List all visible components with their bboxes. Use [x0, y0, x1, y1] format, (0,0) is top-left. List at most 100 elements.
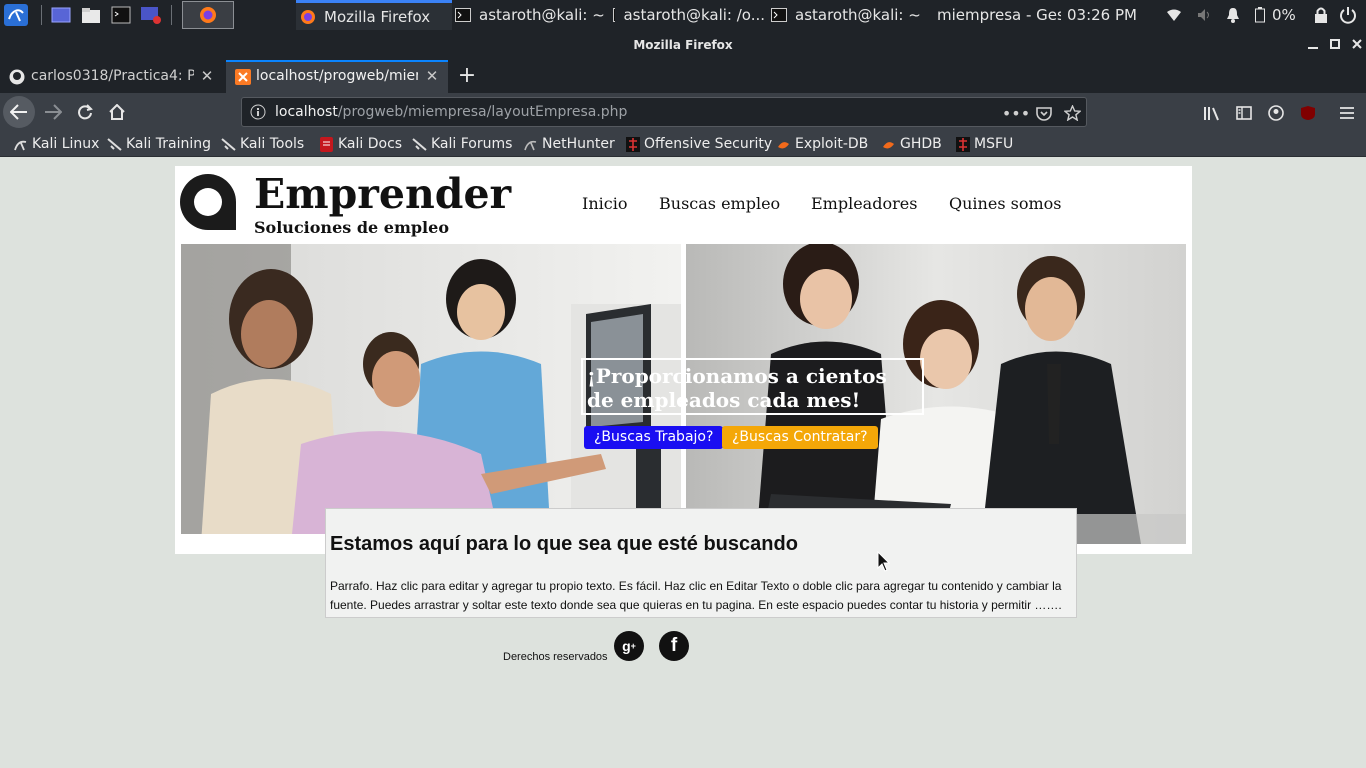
brand-name[interactable]: Emprender [254, 170, 511, 218]
page-actions-icon[interactable]: ••• [1002, 104, 1030, 123]
bookmark-exploit-db[interactable]: Exploit-DB [776, 134, 868, 154]
close-window-icon[interactable] [1349, 36, 1365, 52]
taskbar-task-firefox[interactable]: Mozilla Firefox [296, 0, 452, 30]
show-desktop-icon[interactable] [50, 4, 72, 26]
bookmark-offensive-security[interactable]: Offensive Security [625, 134, 772, 154]
minimize-icon[interactable] [1305, 36, 1321, 52]
nethunter-icon [523, 137, 538, 152]
volume-icon[interactable] [1195, 5, 1213, 25]
bookmark-msfu[interactable]: MSFU [955, 134, 1013, 154]
clock[interactable]: 03:26 PM [1067, 6, 1137, 24]
tab-label: localhost/progweb/miempresa [256, 68, 418, 84]
buscas-trabajo-button[interactable]: ¿Buscas Trabajo? [584, 426, 724, 449]
home-icon[interactable] [101, 96, 133, 128]
taskbar-task-label: astaroth@kali: ~ [795, 6, 921, 24]
facebook-icon[interactable]: f [659, 631, 689, 661]
bookmark-label: Kali Linux [32, 136, 100, 152]
battery-icon[interactable] [1253, 5, 1267, 25]
nav-link-quines-somos[interactable]: Quines somos [949, 194, 1061, 213]
taskbar-task-file-manager[interactable]: miempresa - Gest... [929, 0, 1061, 30]
taskbar-task-label: miempresa - Gest... [937, 6, 1061, 24]
nav-link-inicio[interactable]: Inicio [582, 194, 627, 213]
bookmark-label: Offensive Security [644, 136, 773, 152]
nav-link-empleadores[interactable]: Empleadores [811, 194, 917, 213]
bookmark-label: GHDB [900, 136, 942, 152]
bookmark-label: MSFU [974, 136, 1014, 152]
google-plus-icon[interactable]: g + [614, 631, 644, 661]
tab-github[interactable]: carlos0318/Practica4: PHP ✕ [0, 60, 224, 93]
url-host: localhost [275, 104, 338, 120]
window-titlebar: Mozilla Firefox [0, 30, 1366, 60]
address-bar[interactable]: localhost/progweb/miempresa/layoutEmpres… [241, 97, 1087, 127]
firefox-launcher-icon[interactable] [182, 1, 234, 29]
navigation-toolbar: localhost/progweb/miempresa/layoutEmpres… [0, 93, 1366, 131]
info-section: Estamos aquí para lo que sea que esté bu… [325, 508, 1077, 618]
tab-strip: carlos0318/Practica4: PHP ✕ localhost/pr… [0, 60, 1366, 93]
bookmark-kali-tools[interactable]: Kali Tools [221, 134, 304, 154]
terminal-icon [771, 8, 787, 22]
power-icon[interactable] [1337, 5, 1359, 25]
bookmark-kali-training[interactable]: Kali Training [107, 134, 211, 154]
bookmark-label: NetHunter [542, 136, 615, 152]
close-tab-icon[interactable]: ✕ [424, 67, 440, 85]
buscas-contratar-button[interactable]: ¿Buscas Contratar? [722, 426, 878, 449]
close-tab-icon[interactable]: ✕ [199, 67, 215, 85]
maximize-icon[interactable] [1327, 36, 1343, 52]
terminal-icon [613, 8, 616, 22]
nav-link-buscas-empleo[interactable]: Buscas empleo [659, 194, 780, 213]
url-text[interactable]: localhost/progweb/miempresa/layoutEmpres… [275, 104, 627, 120]
taskbar-task-label: astaroth@kali: ~ [479, 6, 605, 24]
url-path: /progweb/miempresa/layoutEmpresa.php [337, 104, 628, 120]
kali-docs-icon [319, 136, 334, 152]
library-icon[interactable] [1202, 103, 1222, 123]
bookmark-kali-linux[interactable]: Kali Linux [13, 134, 99, 154]
system-taskbar: Mozilla Firefox astaroth@kali: ~ astarot… [0, 0, 1366, 30]
site-header-container: Emprender Soluciones de empleo Inicio Bu… [175, 166, 1192, 554]
exploit-db-icon [881, 137, 896, 152]
site-info-icon[interactable] [250, 104, 266, 120]
taskbar-task-terminal-3[interactable]: astaroth@kali: ~ [771, 0, 921, 30]
taskbar-separator [171, 5, 172, 25]
hero-banner: ¡Proporcionamos a cientos de empleados c… [181, 244, 1186, 544]
tab-localhost[interactable]: localhost/progweb/miempresa ✕ [226, 60, 448, 93]
notifications-icon[interactable] [1224, 5, 1242, 25]
bookmarks-toolbar: Kali Linux Kali Training Kali Tools Kali… [0, 131, 1366, 157]
pocket-icon[interactable] [1035, 104, 1053, 122]
reload-icon[interactable] [69, 96, 101, 128]
new-tab-icon[interactable]: + [455, 63, 479, 88]
bookmark-kali-forums[interactable]: Kali Forums [412, 134, 512, 154]
exploit-db-icon [776, 137, 791, 152]
bookmark-star-icon[interactable] [1063, 104, 1081, 122]
bookmark-label: Kali Tools [240, 136, 305, 152]
kali-dragon-icon [13, 137, 28, 152]
taskbar-task-terminal-1[interactable]: astaroth@kali: ~ [455, 0, 605, 30]
bookmark-label: Kali Docs [338, 136, 403, 152]
file-manager-icon[interactable] [80, 4, 102, 26]
bookmark-nethunter[interactable]: NetHunter [523, 134, 615, 154]
bookmark-ghdb[interactable]: GHDB [881, 134, 942, 154]
kali-menu-icon[interactable] [3, 4, 29, 26]
github-icon [9, 69, 25, 85]
taskbar-task-terminal-2[interactable]: astaroth@kali: /o... [613, 0, 765, 30]
window-title: Mozilla Firefox [633, 38, 733, 52]
bookmark-label: Exploit-DB [795, 136, 869, 152]
forward-arrow-icon[interactable] [37, 96, 69, 128]
lock-screen-icon[interactable] [1312, 5, 1330, 25]
bookmark-label: Kali Training [126, 136, 211, 152]
kali-dragon-icon [412, 137, 427, 152]
account-icon[interactable] [1266, 103, 1286, 123]
footer-copyright: Derechos reservados [503, 651, 608, 663]
taskbar-task-label: astaroth@kali: /o... [623, 6, 765, 24]
bookmark-kali-docs[interactable]: Kali Docs [319, 134, 402, 154]
wifi-icon[interactable] [1165, 5, 1183, 25]
battery-percentage[interactable]: 0% [1272, 6, 1296, 24]
offensive-security-icon [955, 136, 970, 152]
back-arrow-icon[interactable] [3, 96, 35, 128]
terminal-icon [455, 8, 471, 22]
terminal-launcher-icon[interactable] [110, 4, 132, 26]
sidebar-icon[interactable] [1234, 103, 1254, 123]
hamburger-menu-icon[interactable] [1337, 103, 1357, 123]
firefox-icon [301, 9, 315, 24]
ublock-origin-icon[interactable] [1298, 103, 1318, 123]
screen-recorder-icon[interactable] [140, 4, 162, 26]
